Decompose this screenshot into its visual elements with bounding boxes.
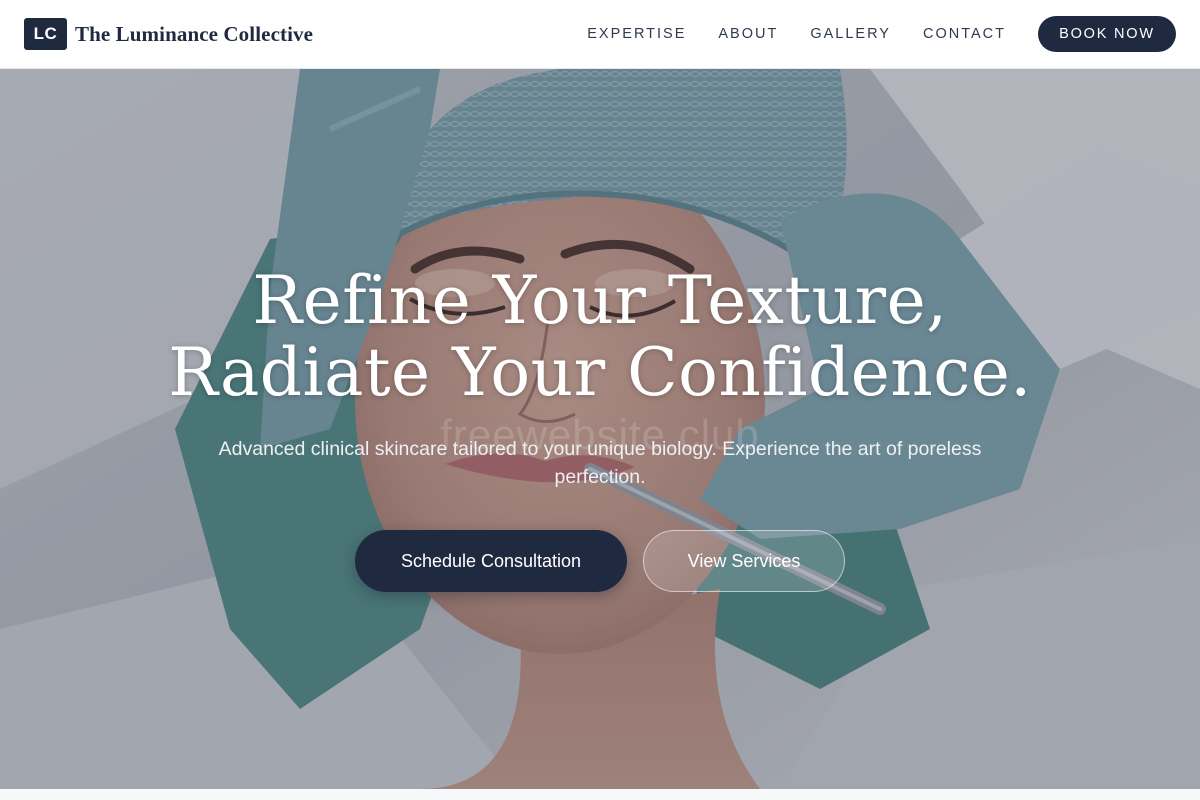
hero-cta-row: Schedule Consultation View Services: [0, 530, 1200, 592]
schedule-consultation-button[interactable]: Schedule Consultation: [355, 530, 627, 592]
view-services-button[interactable]: View Services: [643, 530, 845, 592]
next-section-edge: [0, 789, 1200, 800]
nav-link-about[interactable]: ABOUT: [718, 26, 778, 42]
main-nav: EXPERTISE ABOUT GALLERY CONTACT BOOK NOW: [587, 16, 1176, 52]
book-now-button[interactable]: BOOK NOW: [1038, 16, 1176, 52]
hero-section: freewebsite.club Refine Your Texture, Ra…: [0, 69, 1200, 789]
nav-link-contact[interactable]: CONTACT: [923, 26, 1006, 42]
logo-badge[interactable]: LC: [24, 18, 67, 50]
brand[interactable]: LC The Luminance Collective: [24, 18, 313, 50]
hero-headline-line-2: Radiate Your Confidence.: [168, 334, 1032, 411]
site-header: LC The Luminance Collective EXPERTISE AB…: [0, 0, 1200, 69]
hero-headline-line-1: Refine Your Texture,: [252, 262, 948, 339]
hero-headline: Refine Your Texture, Radiate Your Confid…: [0, 265, 1200, 409]
nav-link-gallery[interactable]: GALLERY: [810, 26, 891, 42]
brand-name[interactable]: The Luminance Collective: [75, 22, 313, 47]
hero-content: freewebsite.club Refine Your Texture, Ra…: [0, 69, 1200, 789]
nav-link-expertise[interactable]: EXPERTISE: [587, 26, 686, 42]
hero-subtitle: Advanced clinical skincare tailored to y…: [218, 438, 982, 488]
